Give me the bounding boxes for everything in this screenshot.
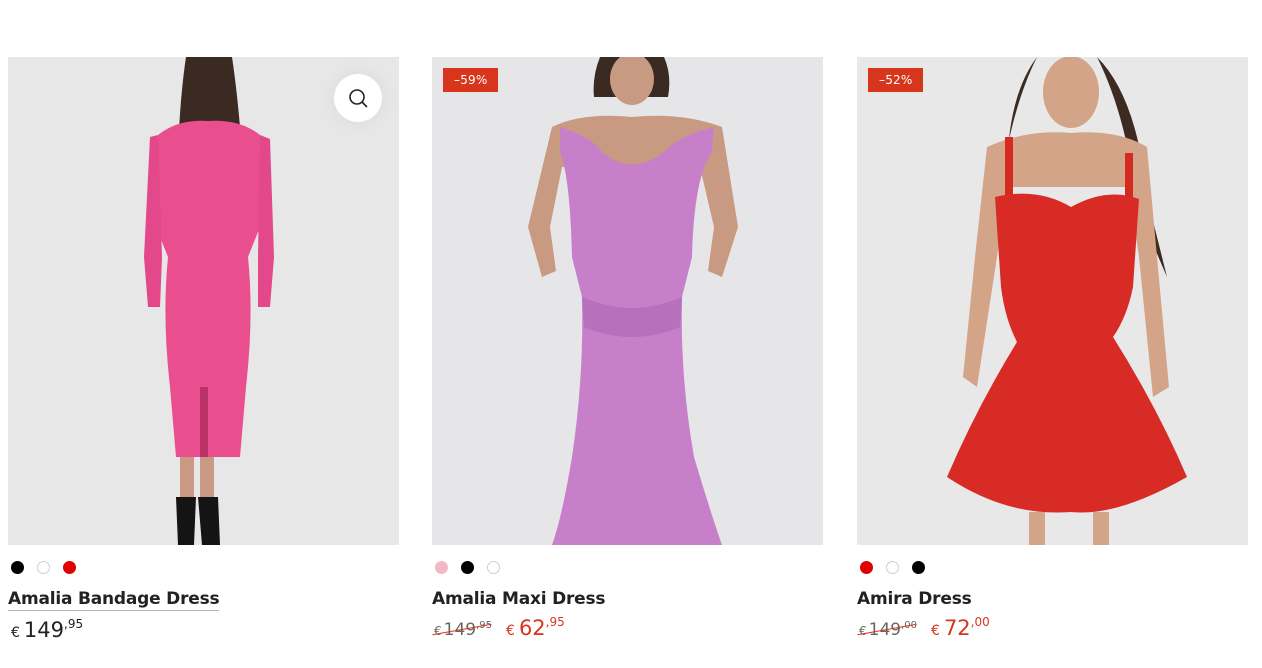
- product-title[interactable]: Amalia Bandage Dress: [8, 589, 220, 611]
- sale-price: €72,00: [931, 615, 990, 640]
- color-swatches: [435, 561, 823, 575]
- color-swatches: [860, 561, 1248, 575]
- color-swatch[interactable]: [860, 561, 873, 574]
- color-swatch[interactable]: [11, 561, 24, 574]
- currency-symbol: €: [859, 624, 867, 638]
- search-icon: [349, 89, 368, 108]
- price-whole: 62: [518, 616, 546, 640]
- product-image[interactable]: [8, 57, 399, 545]
- discount-badge: –52%: [868, 68, 924, 92]
- price-row: €149,00 €72,00: [857, 615, 1248, 644]
- product-title[interactable]: Amira Dress: [857, 589, 972, 609]
- price-whole: 149: [23, 618, 65, 642]
- color-swatch[interactable]: [912, 561, 925, 574]
- product-card[interactable]: –59% Amalia Maxi Dress €149,95 €62,95: [432, 57, 823, 644]
- quick-view-button[interactable]: [334, 74, 382, 122]
- price-cents: 00: [974, 615, 990, 629]
- price-cents: 95: [67, 617, 84, 631]
- color-swatches: [11, 561, 399, 575]
- price-row: €149,95: [8, 617, 399, 646]
- price-whole: 72: [943, 616, 971, 640]
- color-swatch[interactable]: [487, 561, 500, 574]
- currency-symbol: €: [931, 623, 940, 639]
- original-price: €149,95: [432, 620, 492, 640]
- sale-price: €62,95: [506, 615, 565, 640]
- price: €149,95: [11, 617, 84, 642]
- color-swatch[interactable]: [63, 561, 76, 574]
- product-card[interactable]: –52% Amira Dress €149,00 €72,00: [857, 57, 1248, 644]
- product-image[interactable]: –59%: [432, 57, 823, 545]
- dress-photo: [432, 57, 823, 545]
- currency-symbol: €: [11, 625, 20, 641]
- product-image[interactable]: –52%: [857, 57, 1248, 545]
- currency-symbol: €: [434, 624, 442, 638]
- color-swatch[interactable]: [435, 561, 448, 574]
- original-price: €149,00: [857, 620, 917, 640]
- dress-photo: [857, 57, 1248, 545]
- dress-photo: [8, 57, 399, 545]
- product-title[interactable]: Amalia Maxi Dress: [432, 589, 606, 609]
- price-cents: 95: [549, 615, 565, 629]
- price-row: €149,95 €62,95: [432, 615, 823, 644]
- currency-symbol: €: [506, 623, 515, 639]
- product-card[interactable]: Amalia Bandage Dress €149,95: [8, 57, 399, 646]
- color-swatch[interactable]: [37, 561, 50, 574]
- color-swatch[interactable]: [461, 561, 474, 574]
- color-swatch[interactable]: [886, 561, 899, 574]
- discount-badge: –59%: [443, 68, 499, 92]
